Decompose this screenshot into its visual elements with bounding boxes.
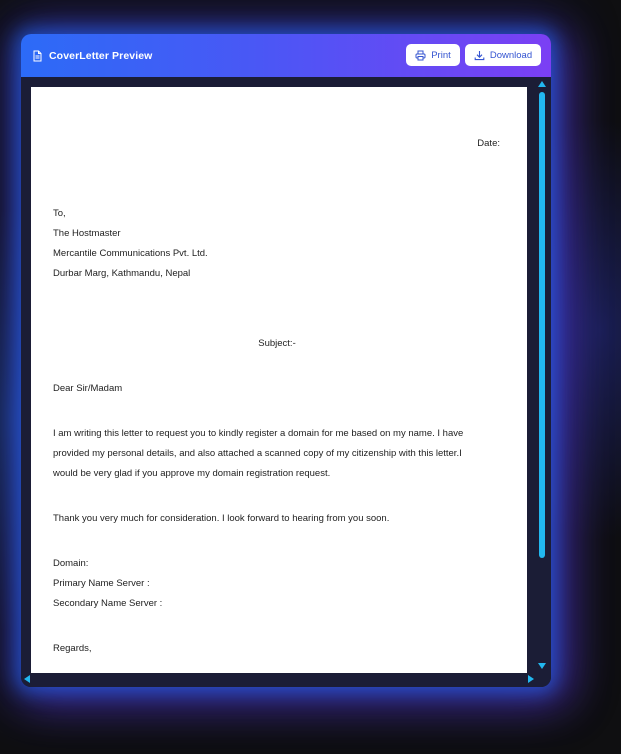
thanks-paragraph: Thank you very much for consideration. I… — [53, 513, 390, 524]
cover-letter-page: Date: To, The Hostmaster Mercantile Comm… — [31, 87, 527, 673]
recipient-line: Mercantile Communications Pvt. Ltd. — [53, 248, 208, 259]
body-line: I am writing this letter to request you … — [53, 428, 464, 439]
recipient-line: The Hostmaster — [53, 228, 121, 239]
download-icon — [474, 50, 485, 60]
printer-icon — [415, 50, 426, 60]
recipient-line: Durbar Marg, Kathmandu, Nepal — [53, 268, 191, 279]
body-paragraph: I am writing this letter to request you … — [53, 424, 501, 484]
domain-line: Domain: — [53, 558, 89, 569]
scroll-up-arrow-icon[interactable] — [538, 81, 546, 87]
scroll-left-arrow-icon[interactable] — [24, 675, 30, 683]
scroll-down-arrow-icon[interactable] — [538, 663, 546, 669]
body-line: provided my personal details, and also a… — [53, 448, 462, 459]
salutation: Dear Sir/Madam — [53, 383, 123, 394]
preview-viewport: Date: To, The Hostmaster Mercantile Comm… — [21, 77, 551, 687]
window-title: CoverLetter Preview — [31, 50, 152, 62]
date-label: Date: — [477, 138, 500, 149]
download-button-label: Download — [489, 49, 533, 61]
download-button[interactable]: Download — [465, 44, 541, 66]
document-icon — [31, 50, 43, 62]
domain-line: Primary Name Server : — [53, 578, 150, 589]
domain-line: Secondary Name Server : — [53, 598, 163, 609]
preview-window: CoverLetter Preview Print Download Date: — [21, 34, 551, 687]
window-title-text: CoverLetter Preview — [49, 49, 153, 62]
horizontal-scrollbar[interactable] — [21, 674, 537, 684]
subject-label: Subject:- — [258, 338, 296, 349]
print-button[interactable]: Print — [406, 44, 460, 66]
recipient-block: To, The Hostmaster Mercantile Communicat… — [53, 204, 501, 284]
closing: Regards, — [53, 643, 92, 654]
print-button-label: Print — [431, 49, 451, 61]
body-line: would be very glad if you approve my dom… — [53, 468, 331, 479]
window-header: CoverLetter Preview Print Download — [21, 34, 551, 77]
recipient-line: To, — [53, 208, 66, 219]
vertical-scrollbar-thumb[interactable] — [539, 92, 545, 558]
vertical-scrollbar[interactable] — [537, 81, 547, 673]
domain-details: Domain: Primary Name Server : Secondary … — [53, 554, 501, 614]
scroll-right-arrow-icon[interactable] — [528, 675, 534, 683]
